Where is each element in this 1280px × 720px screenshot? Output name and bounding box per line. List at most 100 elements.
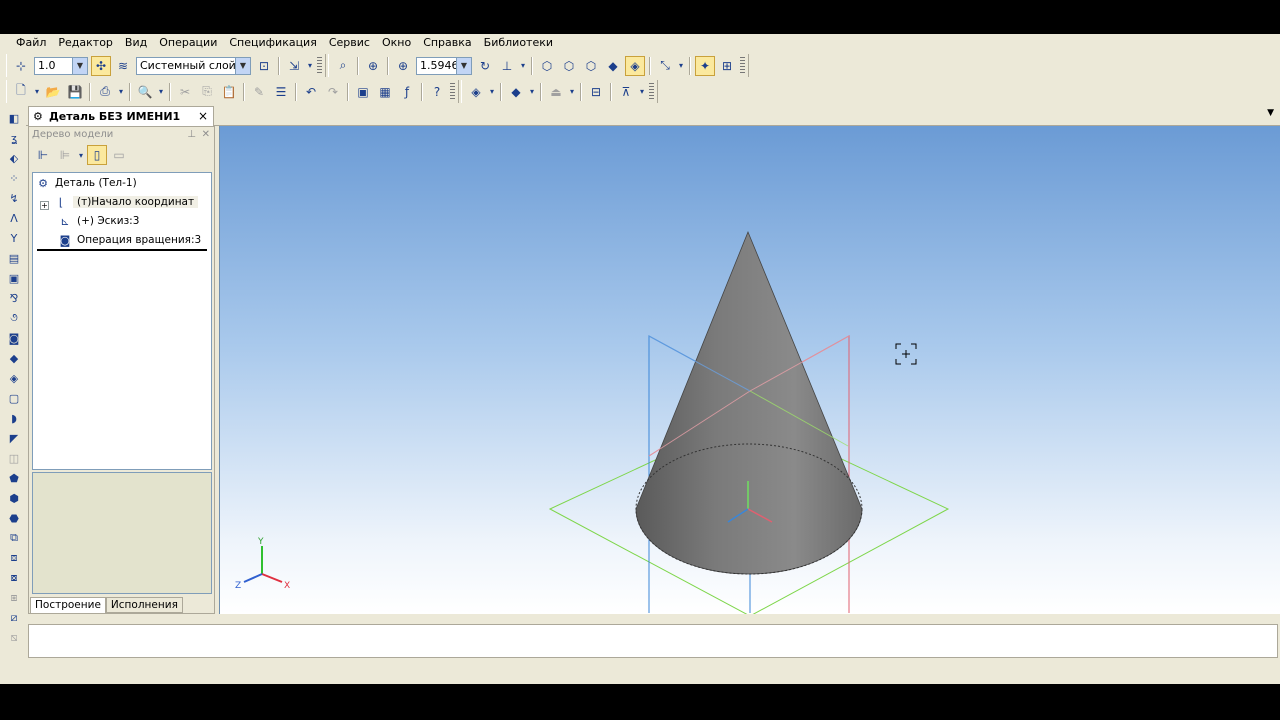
document-tab[interactable]: ⚙ Деталь БЕЗ ИМЕНИ1 × — [28, 106, 214, 126]
chevron-down-icon[interactable]: ▾ — [568, 82, 576, 102]
chevron-down-icon[interactable]: ▼ — [72, 57, 87, 74]
chevron-down-icon[interactable]: ▾ — [306, 56, 314, 76]
edit-part-icon[interactable]: ◧ — [5, 110, 23, 127]
hole-icon[interactable]: ⬣ — [5, 510, 23, 527]
close-icon[interactable]: ✕ — [202, 127, 210, 142]
chevron-down-icon[interactable]: ▼ — [235, 57, 250, 74]
extrude-icon[interactable]: ◈ — [466, 82, 486, 102]
loft-icon[interactable]: ◈ — [5, 370, 23, 387]
filter-icon[interactable]: Y — [5, 230, 23, 247]
snap-step-icon[interactable]: ⊹ — [11, 56, 31, 76]
pin-icon[interactable]: ⊥ — [187, 127, 196, 142]
pan-icon[interactable]: ⊥ — [497, 56, 517, 76]
menu-libraries[interactable]: Библиотеки — [478, 34, 559, 52]
document-icon[interactable]: ▤ — [5, 250, 23, 267]
help-pointer-icon[interactable]: ? — [427, 82, 447, 102]
expand-icon[interactable]: + — [40, 201, 49, 210]
thin-hidden-icon[interactable]: ⬡ — [581, 56, 601, 76]
thread-icon[interactable]: ⬢ — [5, 490, 23, 507]
pattern-icon[interactable]: ⧇ — [5, 570, 23, 587]
model-tree-title-bar[interactable]: Дерево модели ⊥ ✕ — [29, 127, 214, 142]
rollback-bar[interactable] — [37, 249, 207, 251]
array-icon[interactable]: ⧉ — [5, 530, 23, 547]
show-all-icon[interactable]: ✦ — [695, 55, 715, 76]
menu-editor[interactable]: Редактор — [52, 34, 119, 52]
dimension-icon[interactable]: ⊼ — [616, 82, 636, 102]
chevron-down-icon[interactable]: ▾ — [638, 82, 646, 102]
step-combo[interactable]: 1.0 ▼ — [34, 56, 88, 75]
orientation-cube-icon[interactable]: ⊞ — [717, 56, 737, 76]
toolbar-grip[interactable] — [450, 82, 455, 101]
tree-order-icon[interactable]: ⊩ — [33, 145, 53, 165]
points-icon[interactable]: ⁘ — [5, 170, 23, 187]
variables-icon[interactable]: ƒ — [397, 82, 417, 102]
menu-service[interactable]: Сервис — [323, 34, 376, 52]
zoom-all-icon[interactable]: ⊕ — [363, 56, 383, 76]
layer-combo[interactable]: Системный слой (0) ▼ — [136, 56, 251, 75]
menu-specification[interactable]: Спецификация — [223, 34, 322, 52]
geometry-icon[interactable]: ⬖ — [5, 150, 23, 167]
wireframe-icon[interactable]: ⬡ — [537, 56, 557, 76]
chevron-down-icon[interactable]: ▾ — [519, 56, 527, 76]
undo-icon[interactable]: ↶ — [301, 82, 321, 102]
chevron-down-icon[interactable]: ▼ — [456, 57, 471, 74]
tab-construction[interactable]: Построение — [30, 597, 106, 613]
rib-icon[interactable]: ◫ — [5, 450, 23, 467]
menu-help[interactable]: Справка — [417, 34, 477, 52]
tree-relations-icon[interactable]: ▯ — [87, 145, 107, 165]
extrude-tool-icon[interactable]: ◆ — [5, 350, 23, 367]
perspective-icon[interactable]: ⤡ — [655, 56, 675, 76]
measure-icon[interactable]: ⊟ — [586, 82, 606, 102]
toolbar-grip[interactable] — [317, 56, 322, 75]
tree-structure-icon[interactable]: ⊫ — [55, 145, 75, 165]
hidden-lines-icon[interactable]: ⬡ — [559, 56, 579, 76]
print-preview-icon[interactable]: 🔍 — [135, 82, 155, 102]
manager-icon[interactable]: ▣ — [353, 82, 373, 102]
menu-view[interactable]: Вид — [119, 34, 153, 52]
arrange-icon[interactable]: ⅋ — [5, 290, 23, 307]
chevron-down-icon[interactable]: ▾ — [677, 56, 685, 76]
libraries-icon[interactable]: ▦ — [375, 82, 395, 102]
redo-icon[interactable]: ↷ — [323, 82, 343, 102]
shaded-icon[interactable]: ◆ — [603, 56, 623, 76]
open-folder-icon[interactable]: 📂 — [43, 82, 63, 102]
zoom-scale-icon[interactable]: ⊕ — [393, 56, 413, 76]
plane-icon[interactable]: ⏏ — [546, 82, 566, 102]
chevron-down-icon[interactable]: ▾ — [77, 145, 85, 165]
toolbar-grip[interactable] — [740, 56, 745, 75]
menu-window[interactable]: Окно — [376, 34, 417, 52]
revolve-tool-icon[interactable]: ◙ — [5, 330, 23, 347]
chamfer-icon[interactable]: ◤ — [5, 430, 23, 447]
format-painter-icon[interactable]: ✎ — [249, 82, 269, 102]
chevron-down-icon[interactable]: ▾ — [117, 82, 125, 102]
tab-variants[interactable]: Исполнения — [105, 597, 183, 613]
curves-icon[interactable]: ↯ — [5, 190, 23, 207]
zoom-combo[interactable]: 1.5946 ▼ — [416, 56, 472, 75]
toolbar-grip[interactable] — [649, 82, 654, 101]
rotate-icon[interactable]: ↻ — [475, 56, 495, 76]
copy-icon[interactable]: ⎘ — [197, 82, 217, 102]
box-icon[interactable]: ▣ — [5, 270, 23, 287]
properties-icon[interactable]: ☰ — [271, 82, 291, 102]
chevron-down-icon[interactable]: ▾ — [157, 82, 165, 102]
menu-operations[interactable]: Операции — [153, 34, 223, 52]
paste-icon[interactable]: 📋 — [219, 82, 239, 102]
snap-toggle-icon[interactable]: ✣ — [91, 55, 111, 76]
spec-icon[interactable]: ⧅ — [5, 630, 23, 647]
shell-icon[interactable]: ▢ — [5, 390, 23, 407]
layer-icon[interactable]: ≋ — [113, 56, 133, 76]
menu-file[interactable]: Файл — [10, 34, 52, 52]
shaded-edges-icon[interactable]: ◈ — [625, 55, 645, 76]
print-icon[interactable]: ⎙ — [95, 82, 115, 102]
save-icon[interactable]: 💾 — [65, 82, 85, 102]
spiral-icon[interactable]: ૭ — [5, 310, 23, 327]
tab-list-arrow-icon[interactable]: ▼ — [1267, 108, 1274, 118]
local-cs-icon[interactable]: ⊡ — [254, 56, 274, 76]
tree-item-revolve[interactable]: ◙ Операция вращения:3 — [57, 231, 202, 249]
mirror-icon[interactable]: ⧈ — [5, 550, 23, 567]
orientation-icon[interactable]: ⇲ — [284, 56, 304, 76]
cut-extrude-icon[interactable]: ◆ — [506, 82, 526, 102]
draft-icon[interactable]: ⬟ — [5, 470, 23, 487]
chevron-down-icon[interactable]: ▾ — [488, 82, 496, 102]
tree-item-part[interactable]: ⚙ Деталь (Тел-1) — [35, 174, 137, 192]
